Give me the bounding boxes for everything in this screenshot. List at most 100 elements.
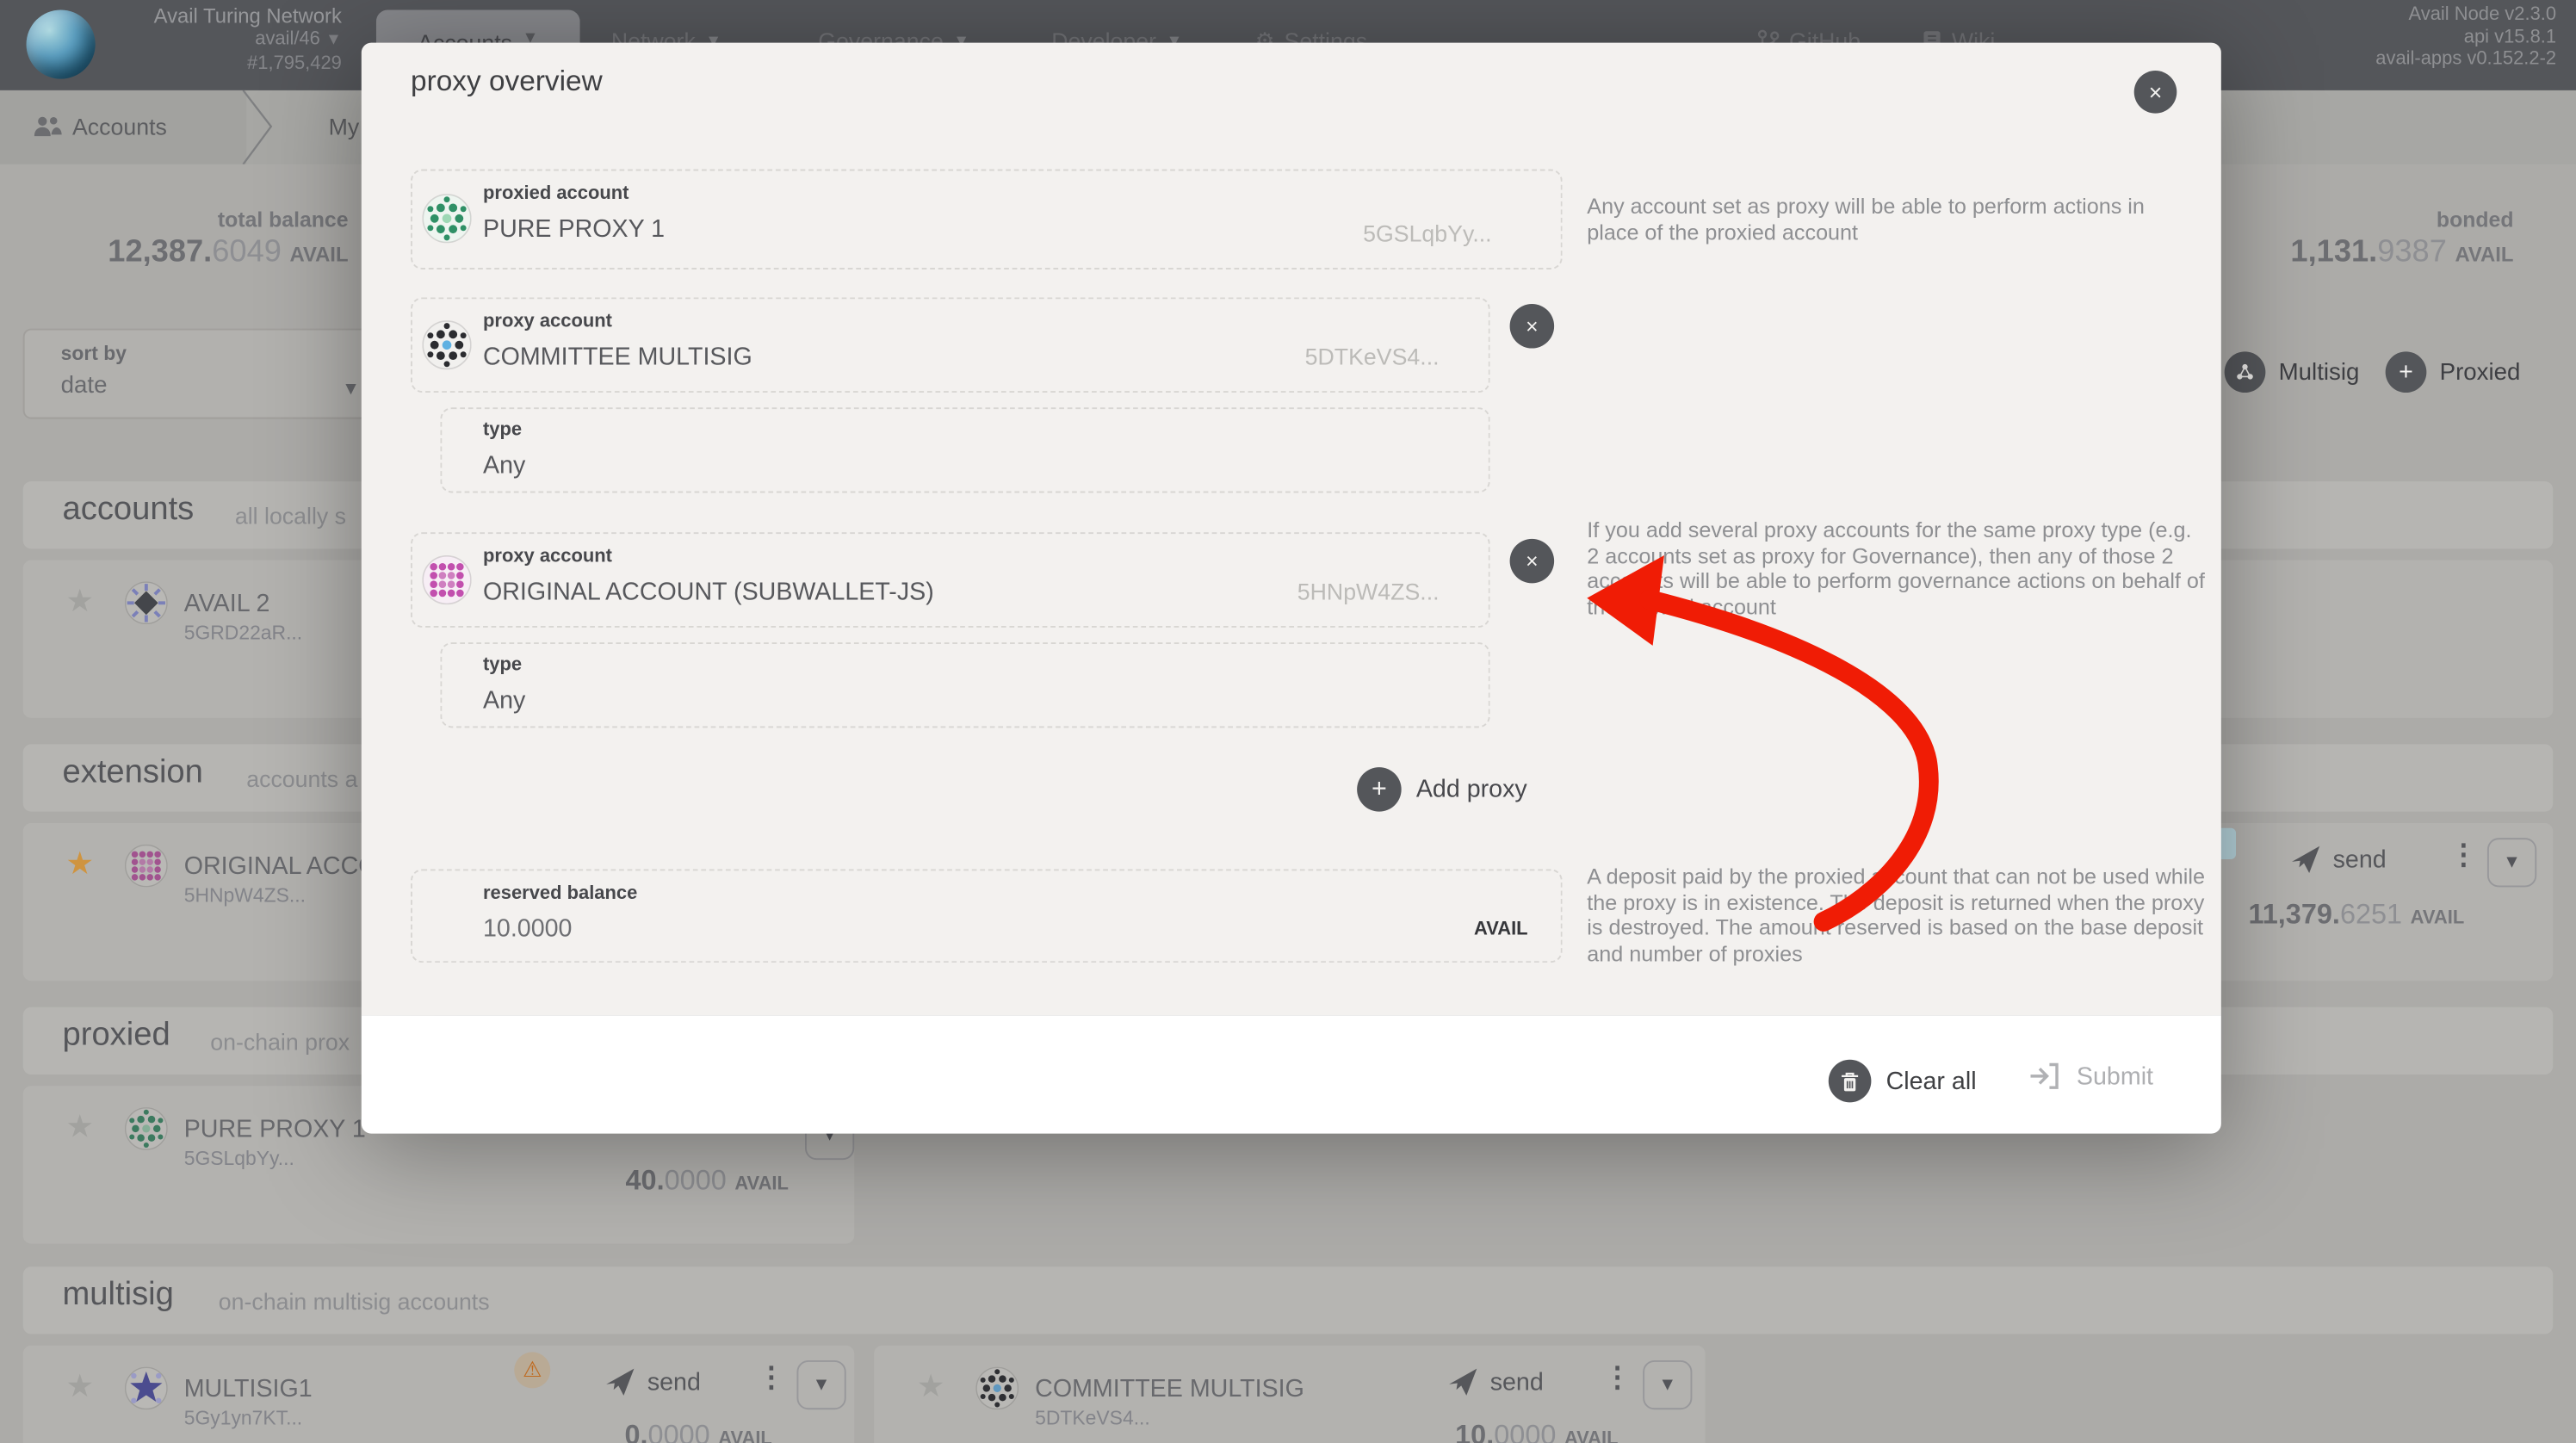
chevron-down-icon: ▼	[325, 31, 342, 49]
field-value: COMMITTEE MULTISIG	[483, 344, 752, 371]
tab-accounts-label: Accounts	[72, 114, 167, 140]
submit-button[interactable]: Submit	[2029, 1062, 2153, 1091]
remove-proxy-icon[interactable]: ×	[1510, 304, 1555, 349]
total-balance-unit: AVAIL	[289, 243, 348, 266]
expand-chevron-button[interactable]: ▼	[1643, 1360, 1692, 1409]
multisig-panel-2: ★ COMMITTEE MULTISIG 5DTKeVS4... send ⋮ …	[874, 1346, 1706, 1443]
favorite-star-icon-active[interactable]: ★	[65, 850, 94, 883]
send-button[interactable]: send	[2290, 845, 2387, 876]
field-label: proxy account	[483, 313, 612, 332]
clear-all-button[interactable]: Clear all	[1829, 1060, 1977, 1103]
tab-accounts[interactable]: Accounts	[0, 90, 246, 164]
avail-logo[interactable]	[27, 9, 96, 78]
extension-title: extension	[63, 754, 203, 792]
tab-my-accounts[interactable]: My	[329, 114, 360, 140]
account-balance: 10.0000AVAIL	[1313, 1420, 1619, 1443]
account-name: AVAIL 2	[184, 590, 270, 617]
chain-spec: avail/46 ▼	[98, 28, 341, 53]
account-balance: 40.0000AVAIL	[483, 1165, 789, 1198]
add-multisig-button[interactable]: Multisig	[2225, 351, 2360, 393]
multisig-subtitle: on-chain multisig accounts	[219, 1288, 490, 1315]
proxied-account-field: proxied account PURE PROXY 1 5GSLqbYy...	[411, 170, 1563, 269]
sort-by-value: date	[61, 373, 108, 399]
sort-by-dropdown[interactable]: sort by date ▼	[23, 329, 385, 419]
add-proxied-label: Proxied	[2440, 359, 2521, 386]
send-icon	[2290, 845, 2321, 876]
sign-in-icon	[2029, 1062, 2062, 1091]
reserved-balance-field: reserved balance 10.0000 AVAIL	[411, 869, 1563, 963]
proxy-overview-modal: proxy overview × proxied account PURE PR…	[362, 43, 2221, 1134]
plus-icon: +	[2386, 351, 2427, 393]
section-header-multisig: multisig on-chain multisig accounts	[23, 1266, 2554, 1334]
send-icon	[604, 1367, 635, 1398]
close-icon[interactable]: ×	[2134, 71, 2177, 114]
favorite-star-icon[interactable]: ★	[917, 1372, 945, 1404]
favorite-star-icon[interactable]: ★	[65, 1372, 94, 1404]
balance-chip-fragment	[2220, 828, 2236, 859]
expand-chevron-button[interactable]: ▼	[2487, 838, 2536, 887]
expand-chevron-button[interactable]: ▼	[796, 1360, 845, 1409]
accounts-subtitle: all locally s	[235, 503, 346, 530]
account-name: COMMITTEE MULTISIG	[1035, 1375, 1304, 1403]
tab-separator	[238, 90, 282, 164]
total-balance-int: 12,387.	[108, 235, 212, 271]
more-menu-icon[interactable]: ⋮	[1603, 1362, 1631, 1395]
account-address: 5GSLqbYy...	[184, 1147, 294, 1170]
total-balance: total balance 12,387.6049AVAIL	[33, 207, 348, 270]
modal-title: proxy overview	[411, 64, 603, 98]
extension-subtitle: accounts a	[246, 765, 357, 792]
type-value: Any	[483, 452, 525, 480]
field-value: PURE PROXY 1	[483, 215, 665, 243]
multisig-title: multisig	[63, 1277, 174, 1315]
account-address: 5DTKeVS4...	[1035, 1406, 1150, 1429]
type-label: type	[483, 420, 522, 440]
account-balance: 0.0000AVAIL	[467, 1420, 772, 1443]
account-identicon[interactable]	[975, 1367, 1019, 1410]
account-identicon	[422, 194, 471, 243]
favorite-star-icon[interactable]: ★	[65, 1112, 94, 1145]
multisig-icon	[2225, 351, 2266, 393]
account-address: 5HNpW4ZS...	[184, 884, 306, 907]
trash-icon	[1829, 1060, 1872, 1103]
people-icon	[33, 115, 62, 139]
account-identicon[interactable]	[125, 1107, 168, 1150]
send-button[interactable]: send	[1447, 1367, 1544, 1398]
type-label: type	[483, 655, 522, 675]
more-menu-icon[interactable]: ⋮	[2449, 839, 2477, 872]
network-name: Avail Turing Network	[98, 5, 341, 28]
proxied-title: proxied	[63, 1017, 170, 1055]
version-info: Avail Node v2.3.0 api v15.8.1 avail-apps…	[2375, 5, 2556, 71]
account-address: 5GRD22aR...	[184, 621, 302, 644]
avail-apps-window: Avail Turing Network avail/46 ▼ #1,795,4…	[0, 0, 2576, 1443]
bonded-label: bonded	[2198, 207, 2513, 232]
remove-proxy-icon[interactable]: ×	[1510, 539, 1555, 584]
account-address-short: 5GSLqbYy...	[1363, 220, 1491, 247]
add-proxied-button[interactable]: + Proxied	[2386, 351, 2521, 393]
account-address-short: 5HNpW4ZS...	[1297, 579, 1440, 605]
plus-icon: +	[1357, 767, 1402, 812]
bonded-balance: bonded 1,131.9387AVAIL	[2198, 207, 2513, 270]
field-label: reserved balance	[483, 884, 637, 904]
favorite-star-icon[interactable]: ★	[65, 586, 94, 619]
submit-label: Submit	[2077, 1062, 2153, 1090]
help-text-same-type: If you add several proxy accounts for th…	[1587, 517, 2208, 620]
account-identicon[interactable]	[125, 1367, 168, 1410]
more-menu-icon[interactable]: ⋮	[758, 1362, 785, 1395]
account-identicon[interactable]	[125, 845, 168, 888]
help-text-proxy: Any account set as proxy will be able to…	[1587, 194, 2201, 245]
network-info[interactable]: Avail Turing Network avail/46 ▼ #1,795,4…	[98, 5, 341, 76]
warning-icon[interactable]: ⚠	[514, 1352, 550, 1388]
field-label: proxy account	[483, 547, 612, 567]
account-name: ORIGINAL ACCO	[184, 852, 378, 880]
add-proxy-button[interactable]: + Add proxy	[1357, 767, 1527, 812]
proxy-account-field-1: proxy account COMMITTEE MULTISIG 5DTKeVS…	[411, 297, 1490, 393]
send-button[interactable]: send	[604, 1367, 701, 1398]
field-value: 10.0000	[483, 915, 572, 943]
account-identicon[interactable]	[125, 581, 168, 624]
add-proxy-label: Add proxy	[1416, 776, 1527, 803]
proxy-account-field-2: proxy account ORIGINAL ACCOUNT (SUBWALLE…	[411, 532, 1490, 628]
sort-by-label: sort by	[61, 342, 127, 365]
chevron-down-icon: ▼	[342, 380, 360, 399]
bonded-int: 1,131.	[2290, 235, 2377, 271]
add-multisig-label: Multisig	[2279, 359, 2360, 386]
